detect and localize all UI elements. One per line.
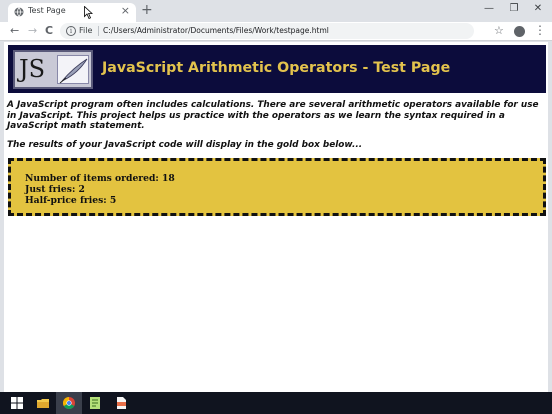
taskbar-notepad-plus-plus[interactable]: [82, 392, 108, 414]
mouse-pointer-icon: [84, 6, 93, 19]
result-half-price-fries: Half-price fries: 5: [25, 195, 117, 206]
results-box: Number of items ordered: 18 Just fries: …: [8, 158, 546, 216]
address-bar[interactable]: i File C:/Users/Administrator/Documents/…: [60, 23, 474, 39]
chrome-icon: [63, 397, 75, 409]
js-logo: JS: [13, 50, 93, 89]
url-separator: [98, 26, 99, 36]
document-icon: [117, 397, 126, 409]
tab-strip: Test Page × + — ❐ ✕: [0, 0, 552, 22]
tab-close-icon[interactable]: ×: [121, 4, 130, 17]
taskbar-chrome[interactable]: [56, 392, 82, 414]
tab-test-page[interactable]: Test Page ×: [8, 3, 136, 22]
lead-paragraph: The results of your JavaScript code will…: [7, 140, 363, 150]
browser-window: Test Page × + — ❐ ✕ ← → C i File C:/User…: [0, 0, 552, 414]
result-just-fries: Just fries: 2: [25, 184, 85, 195]
page-content: JS JavaScript Arithmetic Operators - Tes…: [4, 42, 548, 392]
scheme-label: File: [79, 26, 93, 35]
browser-toolbar: ← → C i File C:/Users/Administrator/Docu…: [0, 22, 552, 41]
browser-menu-icon[interactable]: ⋮: [534, 23, 546, 37]
close-window-button[interactable]: ✕: [530, 3, 546, 14]
quill-icon: [57, 55, 89, 84]
restore-button[interactable]: ❐: [506, 3, 522, 14]
notepad-plus-plus-icon: [90, 397, 100, 409]
new-tab-button[interactable]: +: [141, 2, 153, 18]
page-banner: JS JavaScript Arithmetic Operators - Tes…: [8, 45, 546, 93]
reload-button[interactable]: C: [45, 24, 53, 37]
start-button[interactable]: [4, 392, 30, 414]
url-text[interactable]: C:/Users/Administrator/Documents/Files/W…: [103, 26, 329, 35]
info-icon[interactable]: i: [66, 26, 76, 36]
page-title: JavaScript Arithmetic Operators - Test P…: [102, 60, 451, 76]
windows-start-icon: [11, 397, 23, 409]
minimize-button[interactable]: —: [481, 3, 497, 14]
file-explorer-icon: [37, 399, 49, 408]
windows-taskbar: [0, 392, 552, 414]
result-items-ordered: Number of items ordered: 18: [25, 173, 175, 184]
back-button[interactable]: ←: [10, 24, 19, 37]
globe-icon: [14, 7, 24, 17]
tab-title: Test Page: [28, 6, 66, 15]
forward-button[interactable]: →: [28, 24, 37, 37]
taskbar-document[interactable]: [108, 392, 134, 414]
taskbar-file-explorer[interactable]: [30, 392, 56, 414]
profile-avatar[interactable]: [514, 26, 525, 37]
bookmark-star-icon[interactable]: ☆: [494, 24, 504, 37]
quill-drawing: [59, 58, 88, 84]
intro-paragraph: A JavaScript program often includes calc…: [7, 100, 539, 131]
logo-text: JS: [19, 55, 46, 83]
